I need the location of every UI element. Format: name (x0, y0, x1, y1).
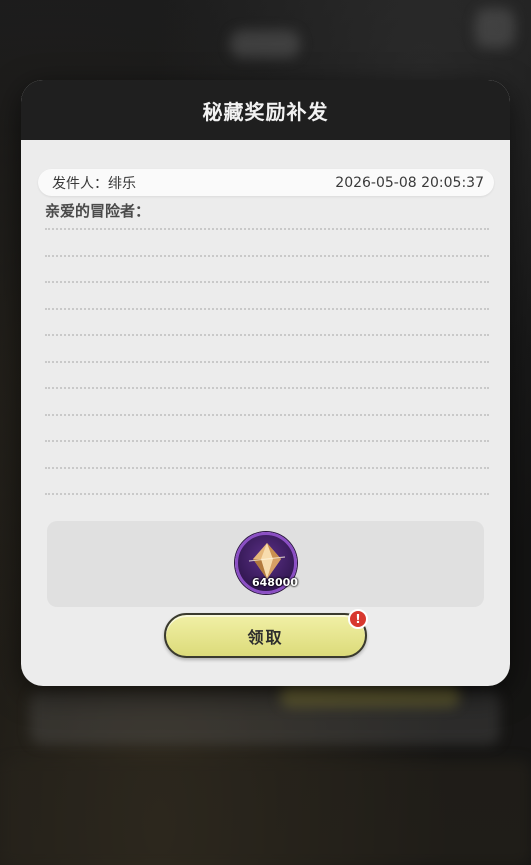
letter-line (45, 389, 489, 416)
mail-meta-bar: 发件人：绯乐 2026-05-08 20:05:37 (38, 169, 494, 196)
mail-sender: 发件人：绯乐 (52, 173, 136, 193)
dialog-header: 秘藏奖励补发 (21, 80, 510, 140)
letter-line (45, 283, 489, 310)
letter-line (45, 230, 489, 257)
letter-line (45, 310, 489, 336)
crystal-gem-icon (248, 543, 286, 579)
mail-greeting: 亲爱的冒险者： (45, 202, 151, 220)
letter-line (45, 222, 489, 230)
background-blur-shape (230, 30, 300, 58)
letter-line (45, 469, 489, 495)
letter-line (45, 336, 489, 363)
dialog-title: 秘藏奖励补发 (202, 99, 329, 124)
claim-button[interactable]: 领取 (164, 613, 367, 658)
sender-label: 发件人： (52, 175, 108, 192)
mail-timestamp: 2026-05-08 20:05:37 (335, 174, 484, 191)
reward-count: 648000 (252, 576, 298, 589)
letter-line (45, 257, 489, 283)
letter-line (45, 416, 489, 442)
letter-line (45, 442, 489, 469)
reward-item[interactable]: 648000 (235, 532, 298, 594)
background-blur-shape (475, 8, 515, 48)
claim-button-label: 领取 (247, 627, 284, 647)
sender-name: 绯乐 (108, 175, 136, 192)
background-blur-shape (280, 685, 460, 707)
letter-line (45, 363, 489, 389)
mail-body: 亲爱的冒险者： (45, 200, 489, 500)
background-blur-shape (0, 760, 531, 865)
mail-dialog: 秘藏奖励补发 发件人：绯乐 2026-05-08 20:05:37 亲爱的冒险者… (21, 80, 510, 686)
alert-badge-icon: ! (348, 609, 368, 629)
